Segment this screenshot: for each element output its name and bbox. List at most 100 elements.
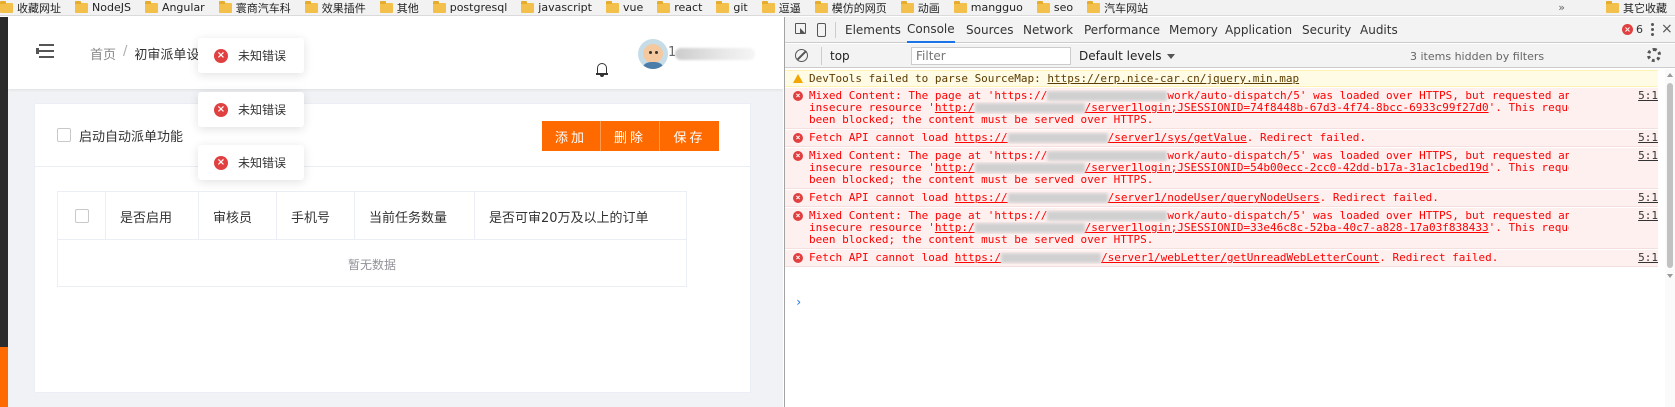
- close-devtools-icon[interactable]: ×: [1661, 21, 1673, 37]
- bookmark-folder[interactable]: Angular: [144, 0, 205, 14]
- more-options-icon[interactable]: [1651, 23, 1654, 37]
- console-scrollbar[interactable]: [1665, 69, 1675, 407]
- bookmark-folder[interactable]: 模仿的网页: [814, 0, 887, 15]
- folder-icon: [521, 0, 535, 13]
- console-prompt[interactable]: ›: [795, 295, 802, 309]
- tab-application[interactable]: Application: [1225, 17, 1292, 43]
- message-text: '. This request has: [1488, 162, 1569, 174]
- message-text: work/auto-dispatch/5' was loaded over HT…: [1167, 150, 1569, 162]
- menu-toggle-icon[interactable]: [36, 44, 54, 58]
- select-all-checkbox[interactable]: [74, 209, 89, 223]
- delete-button[interactable]: 删除: [601, 121, 660, 151]
- device-toolbar-icon[interactable]: [817, 23, 826, 37]
- scroll-up-icon[interactable]: [1667, 73, 1673, 77]
- select-all-cell: [58, 192, 106, 240]
- message-link[interactable]: /server1/nodeUser/queryNodeUsers: [1108, 192, 1320, 204]
- bookmark-folder[interactable]: 汽车网站: [1087, 0, 1148, 15]
- column-header-auditor[interactable]: 审核员: [199, 192, 277, 240]
- message-link[interactable]: https://: [955, 192, 1008, 204]
- error-icon: ×: [214, 102, 228, 117]
- bookmarks-overflow-button[interactable]: »: [1558, 1, 1565, 14]
- bookmark-folder[interactable]: NodeJS: [75, 0, 131, 14]
- breadcrumb-home[interactable]: 首页: [90, 44, 116, 63]
- bookmark-folder[interactable]: 动画: [900, 0, 940, 15]
- redacted-host: [974, 223, 1085, 233]
- message-link[interactable]: /server1login;JSESSIONID=74f8448b-67d3-4…: [1085, 102, 1489, 114]
- bookmark-folder[interactable]: javascript: [521, 0, 592, 14]
- column-header-high-value[interactable]: 是否可审20万及以上的订单: [475, 192, 686, 240]
- column-header-task-count[interactable]: 当前任务数量: [355, 192, 475, 240]
- tab-security[interactable]: Security: [1302, 17, 1351, 43]
- message-link[interactable]: /server1login;JSESSIONID=33e46c8c-52ba-4…: [1085, 222, 1489, 234]
- tab-network[interactable]: Network: [1023, 17, 1073, 43]
- toast-message: 未知错误: [238, 103, 287, 117]
- message-link[interactable]: /server1/sys/getValue: [1108, 132, 1247, 144]
- source-link[interactable]: 5:1: [1638, 132, 1658, 144]
- gear-icon[interactable]: [1647, 48, 1661, 62]
- error-count-badge[interactable]: × 6: [1622, 23, 1643, 36]
- tab-sources[interactable]: Sources: [966, 17, 1013, 43]
- message-text: Fetch API cannot load: [809, 252, 955, 264]
- scroll-down-icon[interactable]: [1667, 274, 1673, 278]
- log-levels-dropdown[interactable]: Default levels: [1079, 47, 1176, 65]
- error-count: 6: [1636, 23, 1643, 36]
- bookmark-folder[interactable]: mangguo: [953, 0, 1023, 14]
- error-icon: ×: [793, 193, 803, 203]
- card-toolbar: 启动自动派单功能 添加 删除 保存: [35, 104, 750, 167]
- hidden-items-text: 3 items hidden by filters: [1410, 49, 1545, 63]
- source-link[interactable]: 5:1: [1638, 192, 1658, 204]
- bookmark-folder[interactable]: 其他: [379, 0, 419, 15]
- toast-message: 未知错误: [238, 49, 287, 63]
- error-icon: ×: [793, 133, 803, 143]
- app-header: 首页 / 初审派单设置 1: [8, 17, 783, 89]
- bookmark-folder[interactable]: 效果插件: [304, 0, 366, 15]
- message-link[interactable]: http:/: [935, 102, 975, 114]
- tab-audits[interactable]: Audits: [1360, 17, 1398, 43]
- console-filter-input[interactable]: [911, 47, 1071, 65]
- console-message-error: × Mixed Content: The page at 'https:// wo…: [785, 208, 1658, 249]
- source-link[interactable]: 5:1: [1638, 210, 1658, 222]
- inspect-element-icon[interactable]: [795, 23, 806, 34]
- auto-dispatch-checkbox[interactable]: [57, 128, 71, 142]
- bookmark-folder[interactable]: 寰商汽车科: [218, 0, 291, 15]
- message-link[interactable]: /server1/webLetter/getUnreadWebLetterCou…: [1101, 252, 1379, 264]
- tab-elements[interactable]: Elements: [845, 17, 901, 43]
- column-header-phone[interactable]: 手机号: [277, 192, 355, 240]
- tab-performance[interactable]: Performance: [1084, 17, 1160, 43]
- other-bookmarks[interactable]: 其它收藏: [1600, 0, 1667, 15]
- bookmark-folder[interactable]: react: [657, 0, 702, 14]
- bell-icon[interactable]: [596, 63, 608, 77]
- auto-dispatch-label: 启动自动派单功能: [79, 130, 184, 145]
- save-button[interactable]: 保存: [660, 121, 719, 151]
- bookmark-folder[interactable]: 收藏网址: [0, 0, 61, 15]
- bookmark-folder[interactable]: 逗逼: [761, 0, 801, 15]
- bookmark-folder[interactable]: postgresql: [432, 0, 507, 14]
- column-header-enabled[interactable]: 是否启用: [106, 192, 199, 240]
- message-link[interactable]: https:/: [955, 252, 1001, 264]
- tab-memory[interactable]: Memory: [1169, 17, 1218, 43]
- console-message-error: × Mixed Content: The page at 'https:// wo…: [785, 148, 1658, 189]
- redacted-host: [1001, 253, 1102, 263]
- devtools-tab-bar: Elements Console Sources Network Perform…: [785, 17, 1675, 43]
- source-link[interactable]: 5:1: [1638, 252, 1658, 264]
- message-text: . Redirect failed.: [1379, 252, 1499, 264]
- add-button[interactable]: 添加: [542, 121, 601, 151]
- tab-console[interactable]: Console: [907, 17, 955, 43]
- bookmark-folder[interactable]: seo: [1036, 0, 1073, 14]
- message-text: '. This request has: [1488, 222, 1569, 234]
- scroll-thumb[interactable]: [1667, 83, 1673, 268]
- avatar[interactable]: [638, 39, 668, 69]
- source-link[interactable]: 5:1: [1638, 150, 1658, 162]
- message-link[interactable]: http:/: [935, 222, 975, 234]
- clear-console-icon[interactable]: [795, 49, 808, 62]
- message-link[interactable]: /server1login;JSESSIONID=54b00ecc-2cc0-4…: [1085, 162, 1489, 174]
- source-link[interactable]: 5:1: [1638, 90, 1658, 102]
- bookmark-folder[interactable]: vue: [605, 0, 643, 14]
- message-link[interactable]: http:/: [935, 162, 975, 174]
- message-text: '. This request has: [1488, 102, 1569, 114]
- message-link[interactable]: https://erp.nice-car.cn/jquery.min.map: [1047, 73, 1299, 85]
- error-toast: × 未知错误: [198, 38, 304, 73]
- message-link[interactable]: https://: [955, 132, 1008, 144]
- bookmark-folder[interactable]: git: [716, 0, 748, 14]
- folder-icon: [900, 0, 914, 13]
